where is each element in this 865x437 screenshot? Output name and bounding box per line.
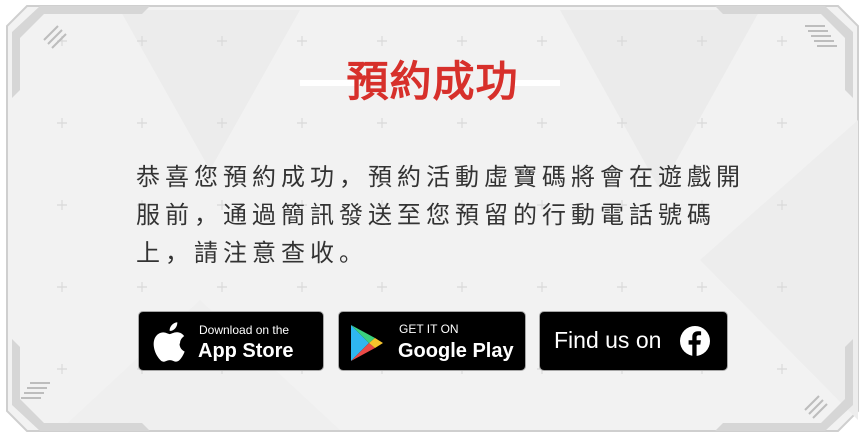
message-line: 上，請注意查收。 [136,239,368,267]
title-area: 預約成功 [0,56,865,108]
message-line: 恭喜您預約成功，預約活動虛寶碼將會在遊戲開 [136,163,745,191]
apple-icon [153,322,185,362]
dialog-title: 預約成功 [346,57,519,106]
facebook-icon [680,326,710,356]
success-dialog: 預約成功 恭喜您預約成功，預約活動虛寶碼將會在遊戲開 服前，通過簡訊發送至您預留… [0,0,865,437]
google-play-label: Google Play [398,340,514,362]
google-play-button[interactable]: GET IT ON Google Play [338,311,526,371]
app-store-small-label: Download on the [199,323,290,337]
facebook-label: Find us on [554,327,662,353]
facebook-button[interactable]: Find us on [539,311,728,371]
app-store-button[interactable]: Download on the App Store [138,311,324,371]
google-play-icon [351,325,383,361]
message-line: 服前，通過簡訊發送至您預留的行動電話號碼 [136,201,716,229]
dialog-message: 恭喜您預約成功，預約活動虛寶碼將會在遊戲開 服前，通過簡訊發送至您預留的行動電話… [136,158,745,272]
google-play-small-label: GET IT ON [399,322,459,336]
app-store-label: App Store [198,340,294,362]
